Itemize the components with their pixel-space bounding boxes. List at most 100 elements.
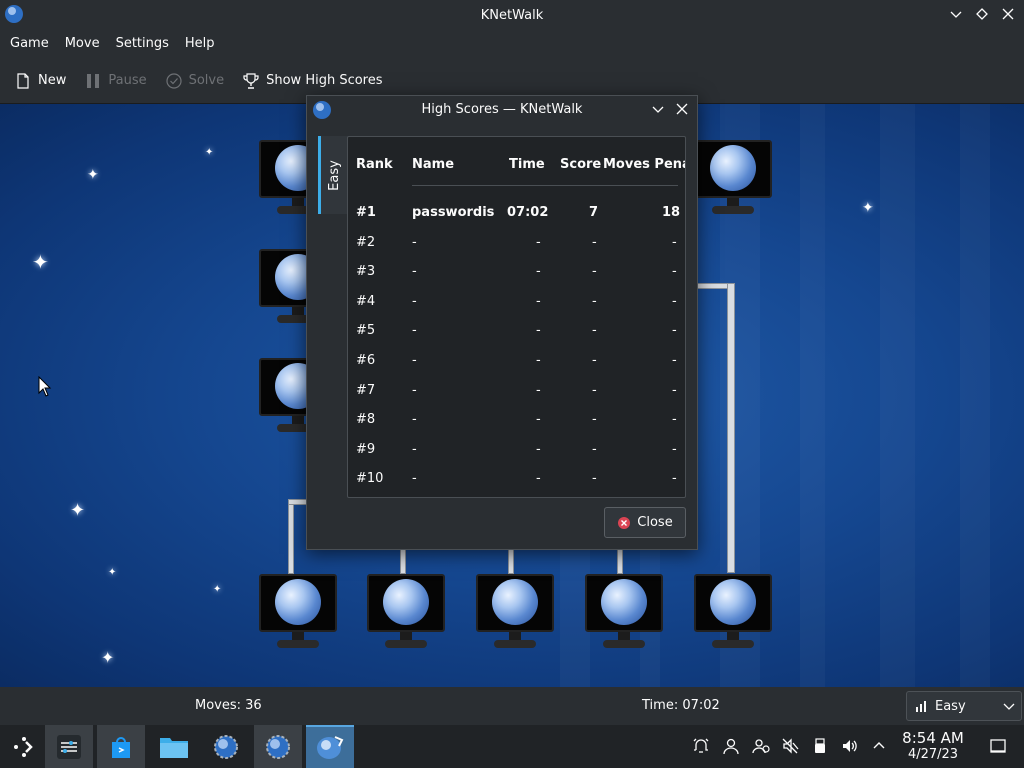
- digital-clock[interactable]: 8:54 AM 4/27/23: [898, 729, 968, 763]
- network-computer[interactable]: [694, 574, 772, 652]
- tab-easy-label: Easy: [327, 159, 342, 191]
- usb-drive-icon: [815, 738, 825, 753]
- window-title: KNetWalk: [480, 7, 544, 23]
- chevron-up-icon: [873, 742, 885, 749]
- dialog-minimize-button[interactable]: [649, 100, 667, 118]
- header-score[interactable]: Score: [560, 157, 601, 172]
- cell-score: -: [592, 235, 597, 250]
- mute-tray-button[interactable]: [779, 735, 801, 757]
- cell-moves: 18: [662, 205, 681, 220]
- mute-icon: [782, 738, 799, 754]
- cell-time: -: [536, 323, 541, 338]
- network-computer[interactable]: [476, 574, 554, 652]
- tab-easy[interactable]: Easy: [318, 136, 348, 214]
- alarm-tray-button[interactable]: [690, 735, 712, 757]
- network-computer[interactable]: [585, 574, 663, 652]
- knetwalk-icon: [214, 734, 238, 759]
- menu-help[interactable]: Help: [177, 30, 223, 58]
- taskbar-knetwalk-2[interactable]: [254, 725, 302, 768]
- new-document-icon: [17, 72, 29, 89]
- cable-segment: [508, 549, 514, 574]
- volume-tray-button[interactable]: [839, 735, 861, 757]
- clock-time: 8:54 AM: [902, 729, 964, 747]
- maximize-button[interactable]: [972, 4, 992, 24]
- cable-segment: [400, 549, 406, 574]
- star-decoration: ✦: [70, 500, 86, 521]
- close-label: Close: [637, 515, 673, 530]
- pause-button[interactable]: Pause: [84, 66, 147, 96]
- close-button[interactable]: Close: [604, 507, 686, 538]
- background-stripe: [960, 104, 990, 687]
- cell-rank: #7: [356, 383, 376, 398]
- network-computer[interactable]: [694, 140, 772, 218]
- check-circle-icon: [165, 72, 182, 89]
- tray-expand-button[interactable]: [868, 735, 890, 757]
- user-tray-button[interactable]: [720, 735, 742, 757]
- cell-moves: -: [672, 353, 677, 368]
- menu-move[interactable]: Move: [57, 30, 108, 58]
- users-tray-button[interactable]: [750, 735, 772, 757]
- close-icon: [676, 103, 688, 115]
- solve-label: Solve: [188, 73, 225, 88]
- menu-settings[interactable]: Settings: [108, 30, 177, 58]
- star-decoration: ✦: [213, 584, 222, 595]
- star-decoration: ✦: [862, 200, 874, 216]
- network-computer[interactable]: [367, 574, 445, 652]
- pause-label: Pause: [108, 73, 147, 88]
- cell-rank: #1: [356, 205, 376, 220]
- application-launcher-button[interactable]: [0, 725, 48, 768]
- cell-time: -: [536, 294, 541, 309]
- cell-score: -: [592, 323, 597, 338]
- dialog-title: High Scores — KNetWalk: [421, 102, 583, 117]
- status-bar: Moves: 36 Time: 07:02 Easy: [0, 687, 1024, 725]
- cell-name: -: [412, 235, 417, 250]
- cell-rank: #6: [356, 353, 376, 368]
- alarm-icon: [693, 738, 709, 753]
- usb-tray-button[interactable]: [809, 735, 831, 757]
- cell-time: -: [536, 264, 541, 279]
- cell-time: -: [536, 442, 541, 457]
- header-time[interactable]: Time: [509, 157, 545, 172]
- trophy-icon: [243, 72, 259, 89]
- header-name[interactable]: Name: [412, 157, 454, 172]
- header-moves-penalty[interactable]: Moves Pena: [603, 157, 685, 172]
- chevron-down-icon: [950, 11, 962, 18]
- dialog-titlebar[interactable]: High Scores — KNetWalk: [307, 96, 697, 124]
- menu-game[interactable]: Game: [2, 30, 57, 58]
- cable-segment: [288, 499, 294, 574]
- show-high-scores-button[interactable]: Show High Scores: [242, 66, 383, 96]
- show-desktop-button[interactable]: [987, 735, 1009, 757]
- cell-score: 7: [589, 205, 599, 220]
- minimize-button[interactable]: [946, 4, 966, 24]
- knetwalk-active-icon: [317, 735, 344, 759]
- new-game-button[interactable]: New: [14, 66, 66, 96]
- taskbar-discover[interactable]: [97, 725, 145, 768]
- taskbar-knetwalk[interactable]: [202, 725, 250, 768]
- cell-rank: #10: [356, 471, 384, 486]
- cell-time: -: [536, 412, 541, 427]
- difficulty-select[interactable]: Easy: [906, 691, 1022, 721]
- cell-time: -: [536, 383, 541, 398]
- volume-icon: [843, 740, 857, 752]
- cable-segment: [727, 283, 735, 573]
- solve-button[interactable]: Solve: [165, 66, 225, 96]
- cell-moves: -: [672, 323, 677, 338]
- menu-bar: Game Move Settings Help: [0, 30, 1024, 58]
- cell-score: -: [592, 471, 597, 486]
- network-computer[interactable]: [259, 574, 337, 652]
- header-rank[interactable]: Rank: [356, 157, 393, 172]
- taskbar-file-manager[interactable]: [150, 725, 198, 768]
- cell-moves: -: [672, 383, 677, 398]
- table-row: #5 - - - -: [348, 321, 685, 345]
- table-row: #8 - - - -: [348, 410, 685, 434]
- table-header: Rank Name Time Score Moves Pena: [348, 137, 685, 187]
- dialog-close-x-button[interactable]: [673, 100, 691, 118]
- show-high-scores-label: Show High Scores: [266, 73, 383, 88]
- taskbar-knetwalk-active[interactable]: [306, 725, 354, 768]
- knetwalk-app-icon: [5, 5, 23, 23]
- table-row: #7 - - - -: [348, 381, 685, 405]
- taskbar-settings[interactable]: [45, 725, 93, 768]
- close-window-button[interactable]: [998, 4, 1018, 24]
- cell-rank: #2: [356, 235, 376, 250]
- cell-time: -: [536, 471, 541, 486]
